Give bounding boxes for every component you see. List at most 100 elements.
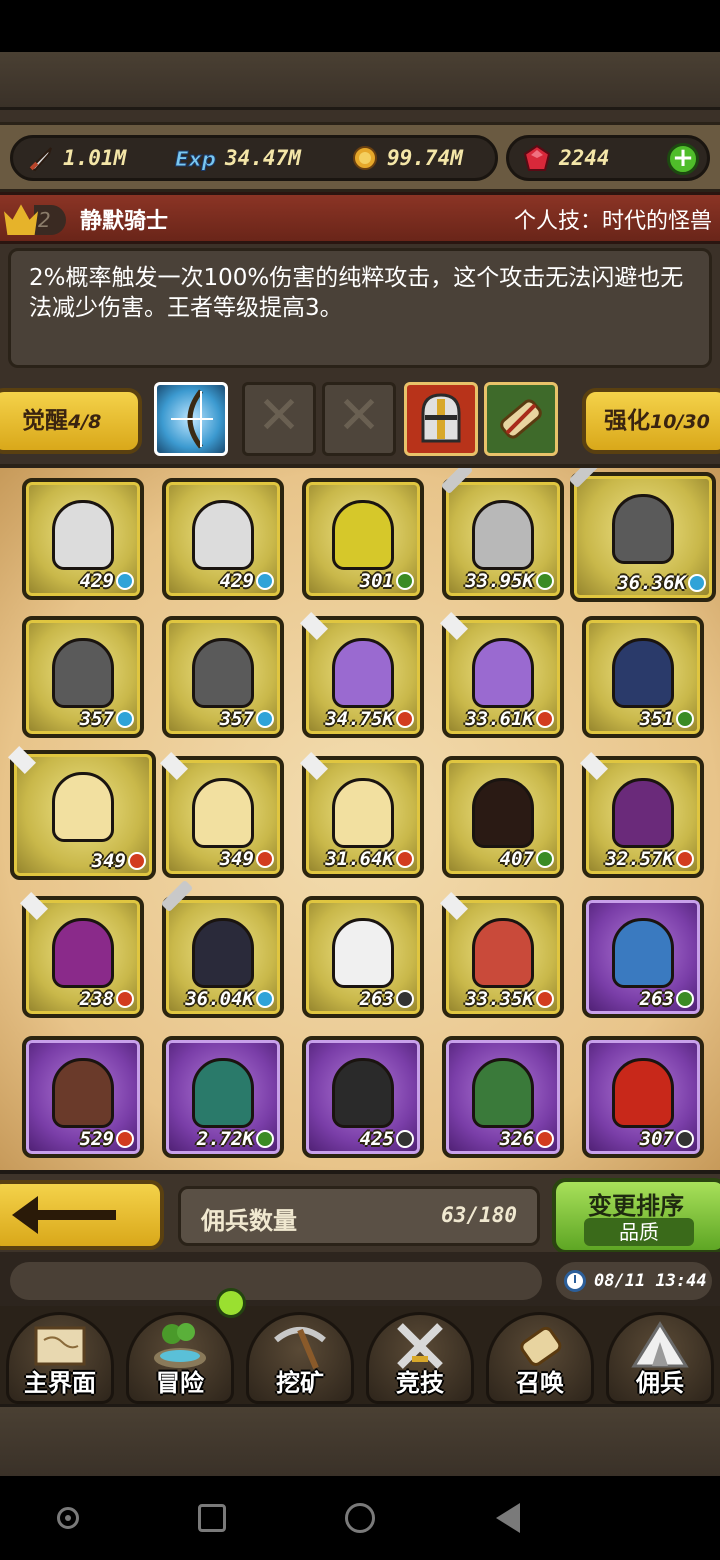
mercenary-card[interactable]: 33.35K: [440, 892, 564, 1018]
star-badge-icon: [256, 710, 274, 728]
mercenary-card[interactable]: 357: [22, 616, 144, 738]
android-recents-button[interactable]: [198, 1504, 226, 1532]
android-back-button[interactable]: [496, 1503, 520, 1533]
mercenary-level: 307: [640, 1128, 694, 1150]
mercenary-portrait: [612, 1058, 674, 1128]
mercenary-level-value: 407: [499, 848, 534, 870]
mercenary-count-box: 佣兵数量 63/180: [178, 1186, 540, 1246]
mercenary-card[interactable]: 307: [582, 1036, 704, 1158]
mercenary-portrait: [612, 494, 674, 564]
mercenary-level: 425: [360, 1128, 414, 1150]
nav-summon[interactable]: 召唤: [480, 1306, 600, 1404]
mercenary-card[interactable]: 263: [582, 896, 704, 1018]
mercenary-level-value: 425: [359, 1128, 394, 1150]
gold-resource: 99.74M: [351, 138, 463, 178]
flag-tag-icon: [160, 752, 188, 780]
mercenary-card[interactable]: 407: [442, 756, 564, 878]
mercenary-level-value: 307: [639, 1128, 674, 1150]
mercenary-level-value: 36.04K: [185, 988, 254, 1010]
mercenary-card[interactable]: 31.64K: [300, 752, 424, 878]
equipment-slot-scroll[interactable]: [484, 382, 558, 456]
mercenary-level: 263: [360, 988, 414, 1010]
up-badge-icon: [536, 990, 554, 1008]
mercenary-level-value: 2.72K: [196, 1128, 254, 1150]
mercenary-portrait: [52, 500, 114, 570]
flag-tag-icon: [440, 612, 468, 640]
mercenary-card[interactable]: 32.57K: [580, 752, 704, 878]
mercenary-card[interactable]: 263: [302, 896, 424, 1018]
mercenary-level: 36.36K: [617, 572, 706, 594]
mercenary-level: 2.72K: [197, 1128, 274, 1150]
mercenary-portrait: [52, 1058, 114, 1128]
mercenary-level-value: 33.61K: [465, 708, 534, 730]
mercenary-level: 357: [220, 708, 274, 730]
mercenary-level-value: 301: [359, 570, 394, 592]
awaken-button[interactable]: 觉醒4/8: [0, 388, 142, 454]
mercenary-portrait: [332, 638, 394, 708]
skill-slot-empty-2[interactable]: ✕: [322, 382, 396, 456]
mercenary-card[interactable]: 34.75K: [300, 612, 424, 738]
message-box[interactable]: [10, 1262, 542, 1300]
mercenary-card[interactable]: 36.04K: [160, 879, 284, 1018]
mercenary-card[interactable]: 301: [302, 478, 424, 600]
q-badge-icon: [396, 1130, 414, 1148]
nav-mining[interactable]: 挖矿: [240, 1306, 360, 1404]
personal-skill-label: 个人技：时代的怪兽: [513, 209, 712, 234]
mercenary-portrait: [52, 918, 114, 988]
back-button[interactable]: [0, 1180, 164, 1250]
skill-slot-empty-1[interactable]: ✕: [242, 382, 316, 456]
mercenary-level-value: 32.57K: [605, 848, 674, 870]
nav-mercenary[interactable]: 佣兵: [600, 1306, 720, 1404]
mercenary-level: 429: [220, 570, 274, 592]
bottom-action-bar: 佣兵数量 63/180 变更排序 品质: [0, 1170, 720, 1254]
resource-bar: 1.01M Exp 34.47M 99.74M 2244 +: [0, 122, 720, 192]
equipment-slot-helmet[interactable]: [404, 382, 478, 456]
star-badge-icon: [116, 572, 134, 590]
nav-arena[interactable]: 竞技: [360, 1306, 480, 1404]
mercenary-card[interactable]: 429: [162, 478, 284, 600]
top-decoration: [0, 52, 720, 110]
q-badge-icon: [396, 990, 414, 1008]
mercenary-card[interactable]: 238: [20, 892, 144, 1018]
sort-mode: 品质: [584, 1218, 694, 1246]
close-icon: ✕: [337, 386, 381, 446]
nav-label: 挖矿: [276, 1369, 324, 1397]
mercenary-level: 349: [92, 850, 146, 872]
enhance-button[interactable]: 强化10/30: [582, 388, 720, 454]
mercenary-card[interactable]: 357: [162, 616, 284, 738]
mercenary-card[interactable]: 33.95K: [440, 468, 564, 600]
mercenary-card[interactable]: 36.36K: [568, 468, 716, 602]
mercenary-portrait: [192, 638, 254, 708]
mercenary-level-value: 263: [639, 988, 674, 1010]
add-gems-button[interactable]: +: [667, 143, 699, 175]
mercenary-level-value: 263: [359, 988, 394, 1010]
game-screen: 1.01M Exp 34.47M 99.74M 2244 + 2 静默骑士 个人…: [0, 52, 720, 1476]
nav-main[interactable]: 主界面: [0, 1306, 120, 1404]
mercenary-grid: 429 429 301 33.95K 36.36K 357 357 34.75K 33.61K 3…: [0, 464, 720, 1170]
time-display: 08/11 13:44: [556, 1262, 712, 1300]
mercenary-level-value: 429: [79, 570, 114, 592]
change-sort-button[interactable]: 变更排序 品质: [552, 1178, 720, 1254]
mercenary-card[interactable]: 529: [22, 1036, 144, 1158]
mercenary-count-value: 63/180: [441, 1203, 517, 1227]
nav-label: 冒险: [156, 1369, 204, 1397]
exp-resource: Exp 34.47M: [173, 138, 301, 178]
android-menu-button[interactable]: [57, 1507, 79, 1529]
attack-value: 1.01M: [63, 146, 127, 170]
mercenary-portrait: [332, 500, 394, 570]
mercenary-card[interactable]: 429: [22, 478, 144, 600]
mercenary-card[interactable]: 351: [582, 616, 704, 738]
flag-tag-icon: [20, 892, 48, 920]
mercenary-portrait: [612, 638, 674, 708]
mercenary-card[interactable]: 33.61K: [440, 612, 564, 738]
plus-badge-icon: [676, 990, 694, 1008]
nav-label: 佣兵: [636, 1369, 684, 1397]
mercenary-card[interactable]: 326: [442, 1036, 564, 1158]
mercenary-card[interactable]: 2.72K: [162, 1036, 284, 1158]
mercenary-card[interactable]: 349: [160, 752, 284, 878]
mercenary-card[interactable]: 425: [302, 1036, 424, 1158]
android-home-button[interactable]: [345, 1503, 375, 1533]
mercenary-card[interactable]: 349: [8, 746, 156, 880]
nav-adventure[interactable]: 冒险: [120, 1288, 246, 1404]
skill-slot-selected[interactable]: [154, 382, 228, 456]
